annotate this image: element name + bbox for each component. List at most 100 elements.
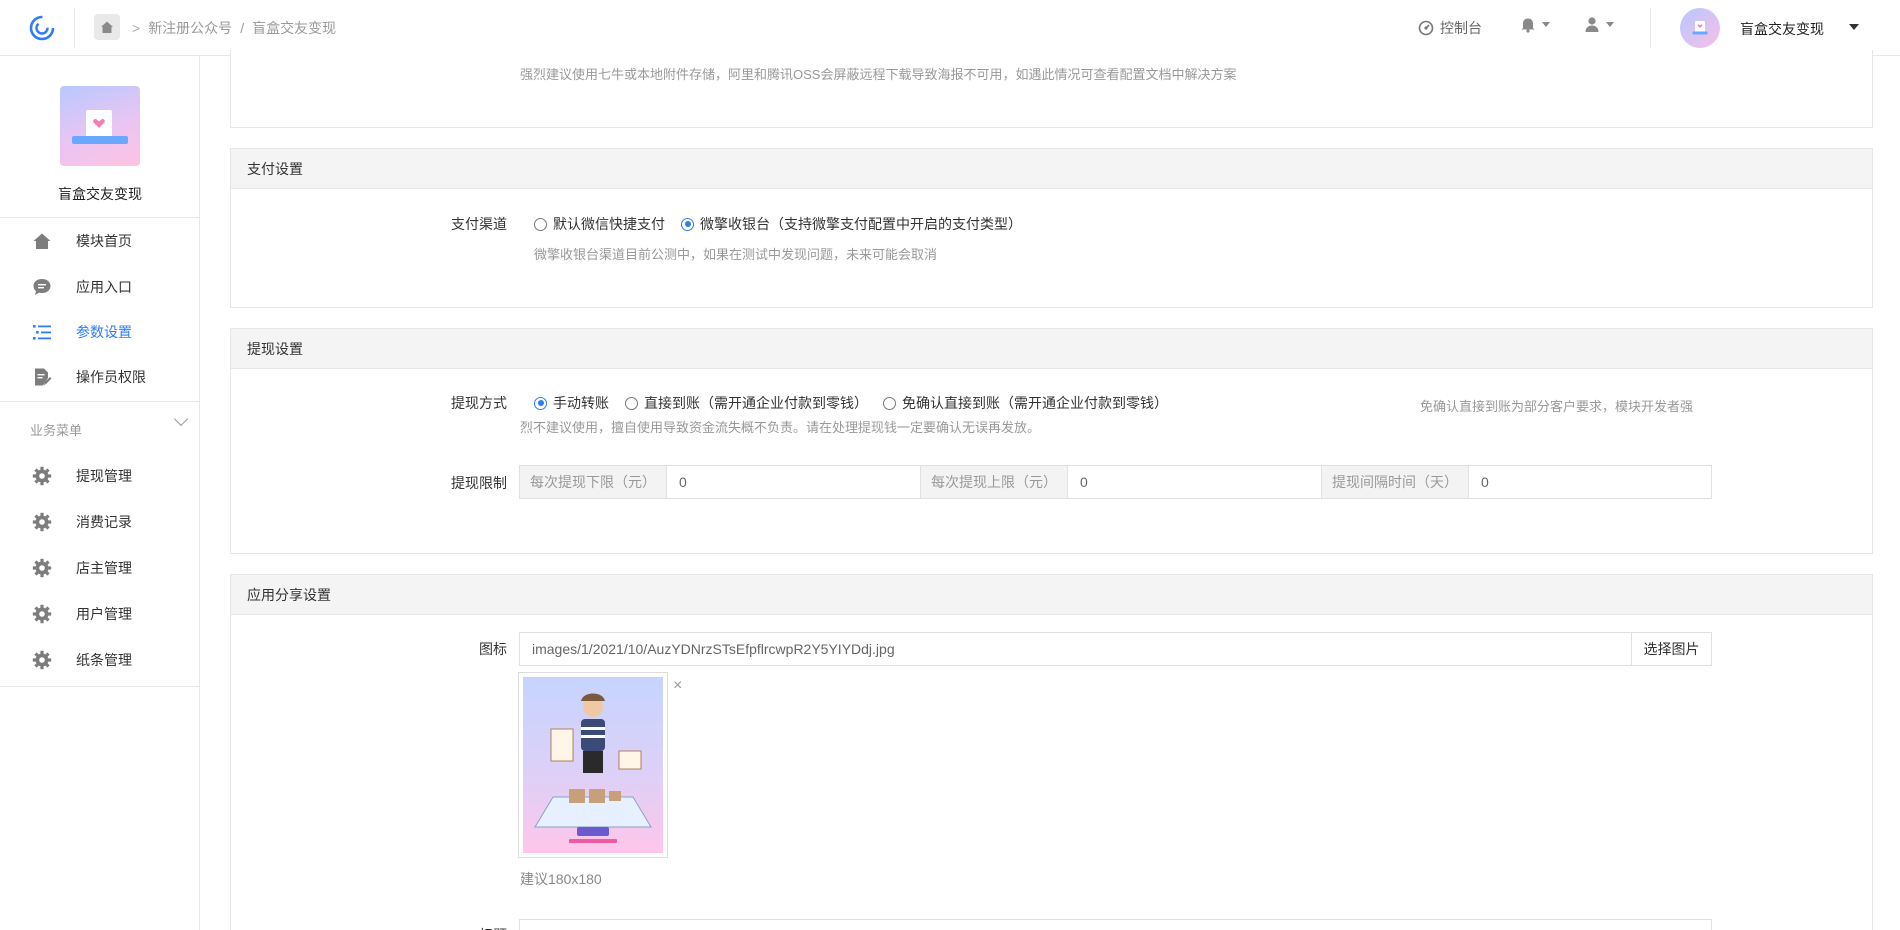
app-logo-icon[interactable] [28, 14, 56, 42]
payment-channel-label: 支付渠道 [451, 216, 507, 232]
breadcrumb-account[interactable]: 新注册公众号 [148, 18, 232, 38]
sidebar-item-label: 模块首页 [76, 233, 132, 249]
topbar-divider [74, 8, 75, 48]
breadcrumb-module[interactable]: 盲盒交友变现 [252, 18, 336, 38]
share-title-label: 标题 [427, 925, 507, 930]
home-icon [33, 233, 51, 249]
console-link[interactable]: 控制台 [1418, 18, 1482, 38]
breadcrumb: > 新注册公众号 / 盲盒交友变现 [132, 18, 336, 38]
sidebar-item-params[interactable]: 参数设置 [0, 311, 200, 351]
share-panel-title: 应用分享设置 [231, 575, 1872, 615]
choose-image-button[interactable]: 选择图片 [1631, 633, 1711, 665]
share-icon-size-hint: 建议180x180 [520, 871, 602, 887]
storage-settings-panel: 强烈建议使用七牛或本地附件存储，阿里和腾讯OSS会屏蔽远程下载导致海报不可用，如… [230, 50, 1873, 128]
home-icon [101, 21, 113, 33]
radio-label: 默认微信快捷支付 [553, 216, 665, 232]
withdraw-option-manual[interactable]: 手动转账 [534, 393, 609, 413]
radio-label: 手动转账 [553, 395, 609, 411]
payment-panel-title: 支付设置 [231, 149, 1872, 189]
module-title: 盲盒交友变现 [58, 186, 142, 202]
interval-days-addon: 提现间隔时间（天） [1321, 466, 1469, 498]
sidebar-item-withdraw-management[interactable]: 提现管理 [0, 455, 200, 495]
withdraw-panel-title: 提现设置 [231, 329, 1872, 369]
user-dropdown[interactable] [1584, 16, 1614, 33]
sidebar-item-note-management[interactable]: 纸条管理 [0, 639, 200, 679]
sidebar-item-label: 消费记录 [76, 514, 132, 530]
document-edit-icon [35, 368, 52, 386]
sidebar-item-label: 用户管理 [76, 606, 132, 622]
payment-settings-panel: 支付设置 支付渠道 默认微信快捷支付 微擎收银台（支持微擎支付配置中开启的支付类… [230, 148, 1873, 308]
radio-button-selected[interactable] [534, 396, 547, 410]
bell-icon [1521, 18, 1535, 33]
gear-icon [32, 558, 52, 578]
min-amount-addon: 每次提现下限（元） [520, 466, 667, 498]
sidebar-item-operator-permissions[interactable]: 操作员权限 [0, 356, 200, 396]
radio-label: 直接到账（需开通企业付款到零钱） [644, 395, 868, 411]
sidebar-item-consumption-records[interactable]: 消费记录 [0, 501, 200, 541]
gear-icon [32, 650, 52, 670]
share-icon-preview [518, 672, 668, 858]
share-icon-label: 图标 [479, 641, 507, 657]
sidebar-divider [0, 401, 200, 402]
topbar-divider [1650, 8, 1651, 48]
withdraw-option-direct[interactable]: 直接到账（需开通企业付款到零钱） [625, 393, 868, 413]
notification-dropdown[interactable] [1520, 16, 1550, 33]
module-logo [60, 86, 140, 166]
withdraw-settings-panel: 提现设置 提现方式 手动转账 直接到账（需开通企业付款到零钱） 免确认直接到账（… [230, 328, 1873, 554]
share-icon-path-input[interactable]: images/1/2021/10/AuzYDNrzSTsEfpflrcwpR2Y… [520, 633, 1631, 665]
poster-image [523, 677, 663, 853]
sidebar-item-user-management[interactable]: 用户管理 [0, 593, 200, 633]
account-avatar[interactable] [1680, 8, 1720, 48]
sidebar-item-shop-owner-management[interactable]: 店主管理 [0, 547, 200, 587]
withdraw-option-direct-no-confirm[interactable]: 免确认直接到账（需开通企业付款到零钱） [883, 393, 1168, 413]
sidebar-item-label: 参数设置 [76, 324, 132, 340]
interval-days-input[interactable]: 0 [1469, 466, 1711, 498]
payment-help-text: 微擎收银台渠道目前公测中，如果在测试中发现问题，未来可能会取消 [534, 247, 938, 262]
top-bar: > 新注册公众号 / 盲盒交友变现 控制台 盲盒交友变现 [0, 0, 1900, 56]
max-amount-addon: 每次提现上限（元） [920, 466, 1068, 498]
chevron-down-icon[interactable] [173, 411, 189, 427]
caret-down-icon[interactable] [1849, 24, 1859, 30]
sidebar-item-label: 店主管理 [76, 560, 132, 576]
account-name[interactable]: 盲盒交友变现 [1740, 19, 1824, 39]
radio-button[interactable] [534, 217, 547, 231]
sidebar-item-label: 应用入口 [76, 279, 132, 295]
share-icon-picker: images/1/2021/10/AuzYDNrzSTsEfpflrcwpR2Y… [519, 632, 1712, 666]
console-label: 控制台 [1440, 20, 1482, 36]
dashboard-gauge-icon [1418, 20, 1434, 36]
radio-label: 免确认直接到账（需开通企业付款到零钱） [902, 395, 1168, 411]
withdraw-method-label: 提现方式 [451, 395, 507, 411]
sidebar-divider [0, 217, 200, 218]
user-icon [1585, 17, 1599, 32]
withdraw-help-text-line2: 烈不建议使用，擅自使用导致资金流失概不负责。请在处理提现钱一定要确认无误再发放。 [520, 420, 1041, 435]
caret-down-icon [1606, 22, 1614, 27]
payment-option-wechat-quick[interactable]: 默认微信快捷支付 [534, 214, 665, 234]
radio-button-selected[interactable] [681, 217, 694, 231]
heart-icon [93, 118, 105, 128]
breadcrumb-separator: / [240, 20, 245, 36]
sidebar-item-module-home[interactable]: 模块首页 [0, 220, 200, 260]
max-amount-input[interactable]: 0 [1068, 466, 1321, 498]
share-title-input[interactable] [519, 919, 1712, 930]
sidebar: 盲盒交友变现 模块首页 应用入口 参数设置 操作员权限 业务菜单 提现管理 消费… [0, 56, 200, 930]
gift-card-icon [1692, 21, 1708, 35]
home-button[interactable] [94, 14, 120, 40]
poster-illustration-icon [534, 693, 652, 843]
radio-button[interactable] [883, 396, 896, 410]
radio-label: 微擎收银台（支持微擎支付配置中开启的支付类型） [700, 216, 1022, 232]
sidebar-item-app-entry[interactable]: 应用入口 [0, 266, 200, 306]
storage-help-text: 强烈建议使用七牛或本地附件存储，阿里和腾讯OSS会屏蔽远程下载导致海报不可用，如… [520, 67, 1237, 82]
chevron-right-icon: > [132, 20, 141, 36]
withdraw-limit-label: 提现限制 [451, 475, 507, 491]
list-icon [33, 325, 51, 340]
withdraw-limit-group: 每次提现下限（元） 0 每次提现上限（元） 0 提现间隔时间（天） 0 [519, 465, 1712, 499]
gear-icon [32, 512, 52, 532]
min-amount-input[interactable]: 0 [667, 466, 920, 498]
payment-option-cashier[interactable]: 微擎收银台（支持微擎支付配置中开启的支付类型） [681, 214, 1022, 234]
chat-bubble-icon [33, 279, 51, 295]
remove-image-icon[interactable]: × [673, 677, 682, 695]
withdraw-help-text-line1: 免确认直接到账为部分客户要求，模块开发者强 [1420, 399, 1694, 414]
share-settings-panel: 应用分享设置 图标 images/1/2021/10/AuzYDNrzSTsEf… [230, 574, 1873, 930]
radio-button[interactable] [625, 396, 638, 410]
gear-icon [32, 604, 52, 624]
